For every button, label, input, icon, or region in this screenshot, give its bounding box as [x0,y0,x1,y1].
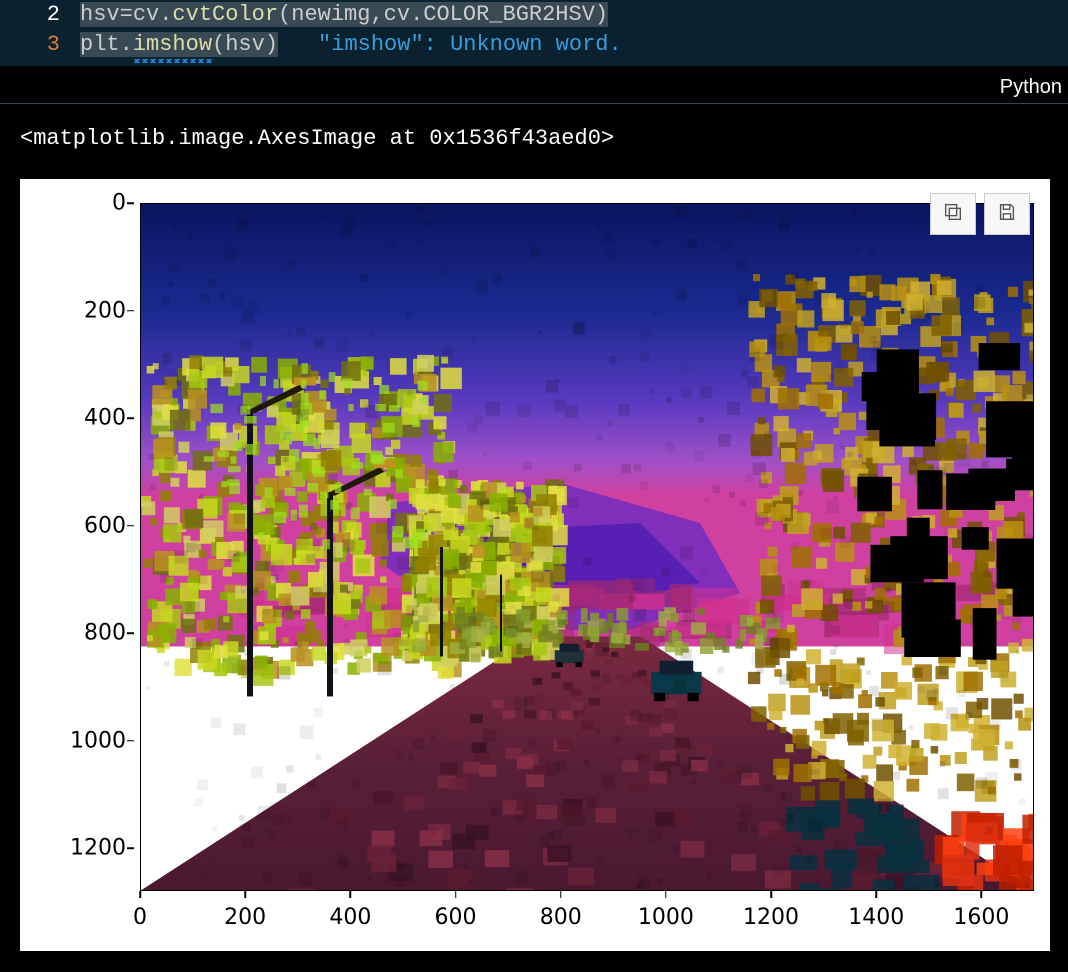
x-tick-label: 1400 [848,905,904,930]
x-tick-mark [665,891,667,898]
output-area: <matplotlib.image.AxesImage at 0x1536f43… [0,104,1068,951]
x-tick-label: 1000 [638,905,694,930]
y-tick-mark [127,417,134,419]
line-number-2: 2 [20,0,80,30]
x-tick-mark [350,891,352,898]
x-tick-mark [139,891,141,898]
y-tick-mark [127,525,134,527]
code-line-2[interactable]: 2 hsv=cv.cvtColor(newimg,cv.COLOR_BGR2HS… [0,0,1068,30]
x-tick-label: 1200 [743,905,799,930]
lint-message: "imshow": Unknown word. [318,32,622,57]
x-tick-mark [455,891,457,898]
x-tick-label: 1600 [953,905,1009,930]
y-tick-label: 600 [26,513,126,538]
x-tick-mark [560,891,562,898]
save-icon [996,201,1018,228]
y-axis: 020040060080010001200 [20,203,140,891]
code-content-3: plt.imshow(hsv)"imshow": Unknown word. [80,30,622,60]
x-tick-label: 400 [329,905,371,930]
x-tick-label: 200 [224,905,266,930]
x-tick-mark [875,891,877,898]
x-tick-label: 800 [540,905,582,930]
y-tick-mark [127,740,134,742]
x-tick-label: 0 [133,905,147,930]
save-button[interactable] [984,193,1030,235]
y-tick-label: 1000 [26,728,126,753]
x-axis: 02004006008001000120014001600 [140,891,1034,935]
line-number-3: 3 [20,30,80,60]
y-tick-label: 200 [26,298,126,323]
code-line-3[interactable]: 3 plt.imshow(hsv)"imshow": Unknown word. [0,30,1068,60]
plot-image [140,203,1034,891]
figure-toolbar [930,193,1030,235]
x-tick-mark [981,891,983,898]
y-tick-mark [127,310,134,312]
kernel-label[interactable]: Python [0,66,1068,104]
y-tick-label: 400 [26,406,126,431]
copy-button[interactable] [930,193,976,235]
y-tick-mark [127,202,134,204]
y-tick-label: 1200 [26,836,126,861]
spellcheck-squiggle [133,59,212,63]
copy-icon [942,201,964,228]
x-tick-mark [244,891,246,898]
y-tick-mark [127,847,134,849]
x-tick-mark [770,891,772,898]
code-content-2: hsv=cv.cvtColor(newimg,cv.COLOR_BGR2HSV) [80,0,608,30]
y-tick-label: 0 [26,191,126,216]
code-cell[interactable]: 2 hsv=cv.cvtColor(newimg,cv.COLOR_BGR2HS… [0,0,1068,66]
output-repr: <matplotlib.image.AxesImage at 0x1536f43… [20,126,1048,151]
x-tick-label: 600 [435,905,477,930]
matplotlib-figure: 0 200 400 600 800 1000 1200 0 200 400 600 800 1000 1… [20,179,1050,951]
y-tick-mark [127,632,134,634]
y-tick-label: 800 [26,621,126,646]
